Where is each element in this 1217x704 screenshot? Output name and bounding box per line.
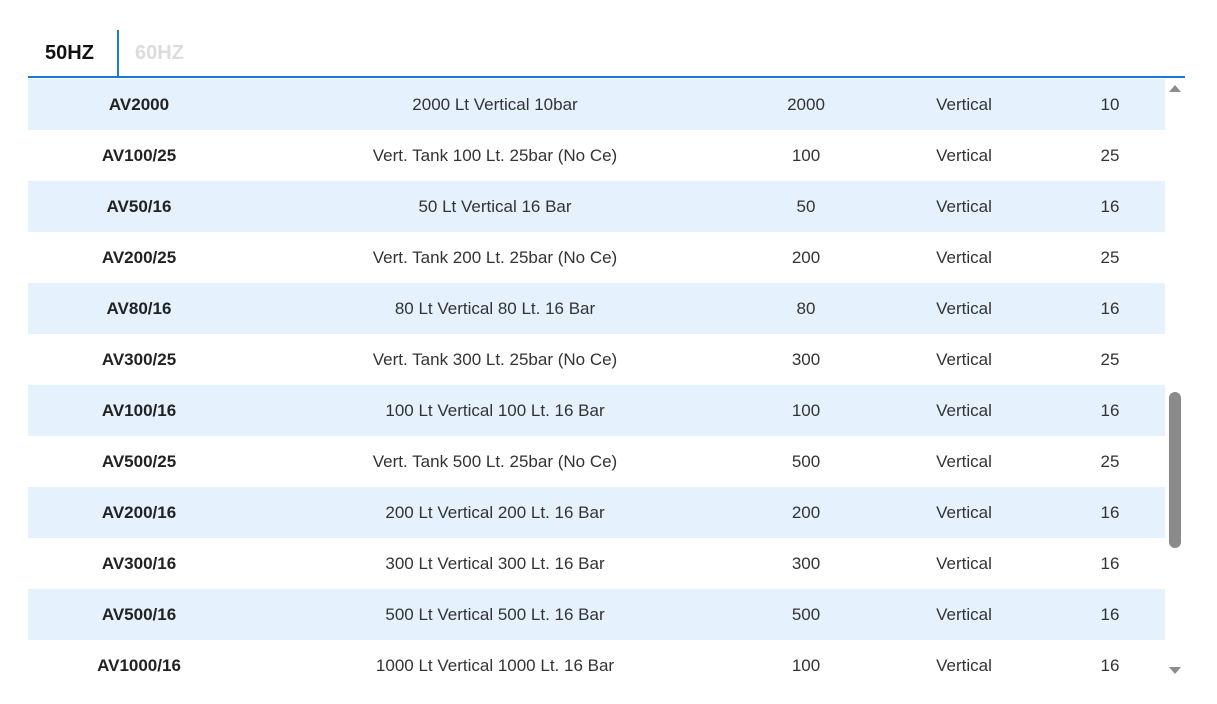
capacity-value: 200 xyxy=(791,247,821,267)
pressure-bar: 16 xyxy=(1100,400,1120,420)
tank-type: Vertical xyxy=(936,502,992,522)
pressure-bar: 16 xyxy=(1100,298,1120,318)
table-row[interactable]: AV300/25 Vert. Tank 300 Lt. 25bar (No Ce)… xyxy=(28,334,1165,385)
capacity-value: 100 xyxy=(791,145,821,165)
frequency-tabs: 50HZ 60HZ xyxy=(28,30,1185,78)
tank-type: Vertical xyxy=(936,145,992,165)
pressure-bar: 25 xyxy=(1100,247,1120,267)
pressure-bar: 25 xyxy=(1100,451,1120,471)
capacity-value: 2000 xyxy=(787,94,825,114)
product-description: 50 Lt Vertical 16 Bar xyxy=(418,196,572,216)
scroll-thumb[interactable] xyxy=(1169,392,1181,548)
table-row[interactable]: AV300/16 300 Lt Vertical 300 Lt. 16 Bar 30… xyxy=(28,538,1165,589)
tank-type: Vertical xyxy=(936,655,992,675)
pressure-bar: 16 xyxy=(1100,196,1120,216)
tab-50hz[interactable]: 50HZ xyxy=(45,30,94,76)
table-row[interactable]: AV200/16 200 Lt Vertical 200 Lt. 16 Bar 20… xyxy=(28,487,1165,538)
tank-type: Vertical xyxy=(936,451,992,471)
product-description: 1000 Lt Vertical 1000 Lt. 16 Bar xyxy=(375,655,615,675)
capacity-value: 100 xyxy=(791,400,821,420)
product-description: 500 Lt Vertical 500 Lt. 16 Bar xyxy=(385,604,605,624)
product-description: 200 Lt Vertical 200 Lt. 16 Bar xyxy=(385,502,605,522)
product-code: AV80/16 xyxy=(106,298,172,318)
tank-type: Vertical xyxy=(936,298,992,318)
scroll-up-icon[interactable] xyxy=(1169,85,1181,92)
product-code: AV300/16 xyxy=(101,553,177,573)
product-description: 80 Lt Vertical 80 Lt. 16 Bar xyxy=(394,298,596,318)
tank-type: Vertical xyxy=(936,553,992,573)
product-table: AV2000 2000 Lt Vertical 10bar 2000 Vertical… xyxy=(28,79,1185,683)
product-code: AV300/25 xyxy=(101,349,177,369)
product-description: 100 Lt Vertical 100 Lt. 16 Bar xyxy=(385,400,605,420)
table-row[interactable]: AV200/25 Vert. Tank 200 Lt. 25bar (No Ce)… xyxy=(28,232,1165,283)
product-description: Vert. Tank 300 Lt. 25bar (No Ce) xyxy=(372,349,618,369)
table-row[interactable]: AV2000 2000 Lt Vertical 10bar 2000 Vertical… xyxy=(28,79,1165,130)
product-code: AV1000/16 xyxy=(97,655,181,675)
tank-type: Vertical xyxy=(936,94,992,114)
tank-type: Vertical xyxy=(936,400,992,420)
product-code: AV500/16 xyxy=(101,604,177,624)
pressure-bar: 25 xyxy=(1100,145,1120,165)
tank-type: Vertical xyxy=(936,604,992,624)
scroll-down-icon[interactable] xyxy=(1169,667,1181,674)
capacity-value: 80 xyxy=(796,298,816,318)
product-code: AV500/25 xyxy=(101,451,177,471)
product-description: 300 Lt Vertical 300 Lt. 16 Bar xyxy=(385,553,605,573)
vertical-scrollbar[interactable] xyxy=(1165,79,1185,683)
pressure-bar: 16 xyxy=(1100,604,1120,624)
table-body: AV2000 2000 Lt Vertical 10bar 2000 Vertical… xyxy=(28,79,1165,683)
table-row[interactable]: AV100/25 Vert. Tank 100 Lt. 25bar (No Ce)… xyxy=(28,130,1165,181)
product-code: AV2000 xyxy=(108,94,170,114)
product-code: AV200/16 xyxy=(101,502,177,522)
product-description: Vert. Tank 100 Lt. 25bar (No Ce) xyxy=(372,145,618,165)
capacity-value: 100 xyxy=(791,655,821,675)
tank-type: Vertical xyxy=(936,247,992,267)
tank-type: Vertical xyxy=(936,196,992,216)
capacity-value: 500 xyxy=(791,451,821,471)
product-code: AV100/25 xyxy=(101,145,177,165)
product-code: AV50/16 xyxy=(106,196,172,216)
tank-type: Vertical xyxy=(936,349,992,369)
capacity-value: 500 xyxy=(791,604,821,624)
table-row[interactable]: AV500/25 Vert. Tank 500 Lt. 25bar (No Ce)… xyxy=(28,436,1165,487)
product-description: 2000 Lt Vertical 10bar xyxy=(412,94,578,114)
tab-divider xyxy=(117,30,119,76)
pressure-bar: 10 xyxy=(1100,94,1120,114)
product-description: Vert. Tank 500 Lt. 25bar (No Ce) xyxy=(372,451,618,471)
table-row[interactable]: AV100/16 100 Lt Vertical 100 Lt. 16 Bar 10… xyxy=(28,385,1165,436)
pressure-bar: 16 xyxy=(1100,553,1120,573)
tab-60hz[interactable]: 60HZ xyxy=(135,30,184,76)
capacity-value: 50 xyxy=(796,196,816,216)
table-row[interactable]: AV500/16 500 Lt Vertical 500 Lt. 16 Bar 50… xyxy=(28,589,1165,640)
product-description: Vert. Tank 200 Lt. 25bar (No Ce) xyxy=(372,247,618,267)
capacity-value: 200 xyxy=(791,502,821,522)
table-row[interactable]: AV80/16 80 Lt Vertical 80 Lt. 16 Bar 80 Ver… xyxy=(28,283,1165,334)
product-code: AV200/25 xyxy=(101,247,177,267)
capacity-value: 300 xyxy=(791,349,821,369)
product-code: AV100/16 xyxy=(101,400,177,420)
pressure-bar: 16 xyxy=(1100,655,1120,675)
table-row[interactable]: AV50/16 50 Lt Vertical 16 Bar 50 Vertical 16 xyxy=(28,181,1165,232)
table-row[interactable]: AV1000/16 1000 Lt Vertical 1000 Lt. 16 Ba… xyxy=(28,640,1165,683)
pressure-bar: 16 xyxy=(1100,502,1120,522)
pressure-bar: 25 xyxy=(1100,349,1120,369)
capacity-value: 300 xyxy=(791,553,821,573)
